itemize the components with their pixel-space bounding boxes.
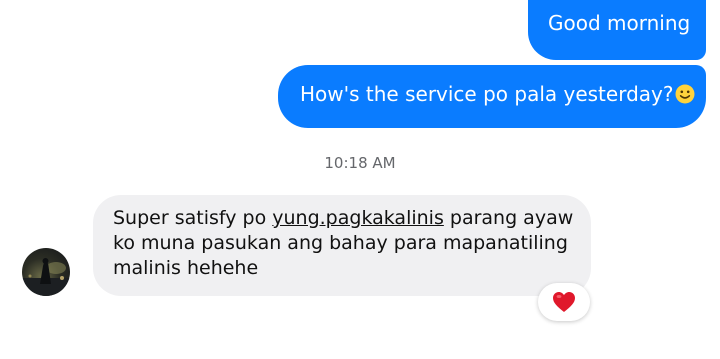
message-text: parang ayaw: [443, 207, 574, 229]
slightly-smiling-face-icon: [675, 84, 695, 104]
incoming-message-bubble[interactable]: Super satisfy po yung.pagkakalinis paran…: [93, 195, 591, 296]
message-line: ko muna pasukan ang bahay para mapanatil…: [113, 232, 568, 254]
message-text: Super satisfy po: [113, 207, 273, 229]
message-link[interactable]: yung.pagkakalinis: [272, 207, 444, 229]
heart-icon: [553, 292, 575, 312]
outgoing-message-bubble[interactable]: How's the service po pala yesterday?: [278, 65, 706, 128]
reaction-badge[interactable]: [538, 283, 590, 321]
message-line: malinis hehehe: [113, 257, 259, 279]
avatar[interactable]: [22, 248, 70, 296]
chat-thread: Good morning How's the service po pala y…: [0, 0, 720, 359]
message-line: Super satisfy po yung.pagkakalinis paran…: [113, 206, 574, 231]
message-text: Good morning: [548, 11, 691, 35]
outgoing-message-bubble[interactable]: Good morning: [528, 0, 706, 60]
message-text: How's the service po pala yesterday?: [300, 82, 674, 106]
message-timestamp: 10:18 AM: [324, 154, 396, 172]
avatar-photo: [22, 258, 70, 296]
